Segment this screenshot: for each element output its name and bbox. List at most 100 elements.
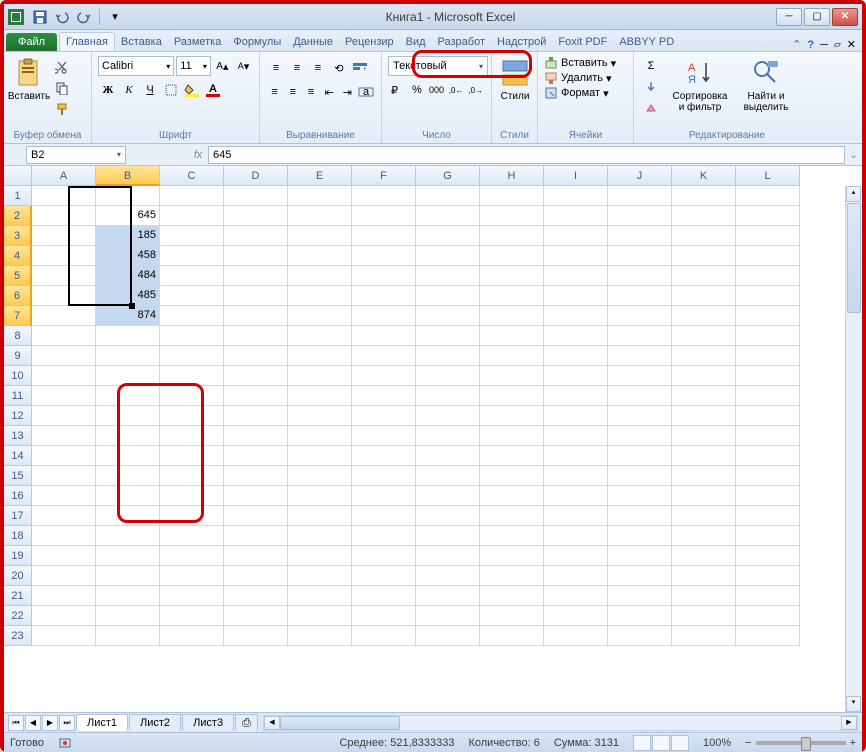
align-left-icon[interactable]: ≡ xyxy=(266,82,283,102)
scroll-down-icon[interactable]: ▾ xyxy=(846,696,861,712)
tab-insert[interactable]: Вставка xyxy=(115,33,168,51)
col-header-F[interactable]: F xyxy=(352,166,416,186)
cell-H17[interactable] xyxy=(480,506,544,526)
cell-E14[interactable] xyxy=(288,446,352,466)
cell-A22[interactable] xyxy=(32,606,96,626)
cell-I6[interactable] xyxy=(544,286,608,306)
cell-B18[interactable] xyxy=(96,526,160,546)
cell-B6[interactable]: 485 xyxy=(96,286,160,306)
cell-E10[interactable] xyxy=(288,366,352,386)
cell-I10[interactable] xyxy=(544,366,608,386)
cell-G12[interactable] xyxy=(416,406,480,426)
save-button[interactable] xyxy=(30,7,50,27)
row-header-17[interactable]: 17 xyxy=(4,506,32,526)
cell-B11[interactable] xyxy=(96,386,160,406)
cell-H15[interactable] xyxy=(480,466,544,486)
mdi-close-icon[interactable]: ✕ xyxy=(847,38,856,51)
cell-E19[interactable] xyxy=(288,546,352,566)
cell-G2[interactable] xyxy=(416,206,480,226)
cell-K14[interactable] xyxy=(672,446,736,466)
cell-J6[interactable] xyxy=(608,286,672,306)
cell-F2[interactable] xyxy=(352,206,416,226)
cell-H18[interactable] xyxy=(480,526,544,546)
shrink-font-icon[interactable]: A▾ xyxy=(234,56,253,76)
tab-view[interactable]: Вид xyxy=(400,33,432,51)
cell-B3[interactable]: 185 xyxy=(96,226,160,246)
cell-L13[interactable] xyxy=(736,426,800,446)
cell-F21[interactable] xyxy=(352,586,416,606)
cell-H4[interactable] xyxy=(480,246,544,266)
fx-icon[interactable]: fx xyxy=(188,149,208,161)
cell-H16[interactable] xyxy=(480,486,544,506)
cell-J10[interactable] xyxy=(608,366,672,386)
cell-C1[interactable] xyxy=(160,186,224,206)
cell-B21[interactable] xyxy=(96,586,160,606)
align-top-icon[interactable]: ≡ xyxy=(266,58,286,78)
cell-A9[interactable] xyxy=(32,346,96,366)
cell-H3[interactable] xyxy=(480,226,544,246)
cell-H13[interactable] xyxy=(480,426,544,446)
formula-input[interactable]: 645 xyxy=(208,146,845,164)
cell-K5[interactable] xyxy=(672,266,736,286)
cell-D22[interactable] xyxy=(224,606,288,626)
horizontal-scrollbar[interactable]: ◀ ▶ xyxy=(263,715,858,731)
cell-B1[interactable] xyxy=(96,186,160,206)
cell-C10[interactable] xyxy=(160,366,224,386)
cell-C13[interactable] xyxy=(160,426,224,446)
cell-L7[interactable] xyxy=(736,306,800,326)
cell-G6[interactable] xyxy=(416,286,480,306)
cell-J2[interactable] xyxy=(608,206,672,226)
bold-icon[interactable]: Ж xyxy=(98,80,118,100)
cell-D19[interactable] xyxy=(224,546,288,566)
cell-E15[interactable] xyxy=(288,466,352,486)
cell-G17[interactable] xyxy=(416,506,480,526)
cell-C2[interactable] xyxy=(160,206,224,226)
cell-G9[interactable] xyxy=(416,346,480,366)
align-center-icon[interactable]: ≡ xyxy=(284,82,301,102)
minimize-button[interactable]: ─ xyxy=(776,8,802,26)
cell-E12[interactable] xyxy=(288,406,352,426)
cell-C8[interactable] xyxy=(160,326,224,346)
cell-A10[interactable] xyxy=(32,366,96,386)
cell-C9[interactable] xyxy=(160,346,224,366)
cell-K4[interactable] xyxy=(672,246,736,266)
zoom-in-icon[interactable]: + xyxy=(850,737,856,749)
font-size-combo[interactable]: 11▾ xyxy=(176,56,211,76)
cell-I11[interactable] xyxy=(544,386,608,406)
row-header-6[interactable]: 6 xyxy=(4,286,32,306)
cell-F14[interactable] xyxy=(352,446,416,466)
cell-L9[interactable] xyxy=(736,346,800,366)
cell-H19[interactable] xyxy=(480,546,544,566)
hscroll-thumb[interactable] xyxy=(280,716,400,730)
tab-abbyy[interactable]: ABBYY PD xyxy=(613,33,680,51)
cell-C16[interactable] xyxy=(160,486,224,506)
cell-D16[interactable] xyxy=(224,486,288,506)
cell-J19[interactable] xyxy=(608,546,672,566)
cell-A3[interactable] xyxy=(32,226,96,246)
cell-H2[interactable] xyxy=(480,206,544,226)
cell-F5[interactable] xyxy=(352,266,416,286)
row-header-5[interactable]: 5 xyxy=(4,266,32,286)
undo-button[interactable] xyxy=(52,7,72,27)
cell-A21[interactable] xyxy=(32,586,96,606)
row-header-13[interactable]: 13 xyxy=(4,426,32,446)
cell-H5[interactable] xyxy=(480,266,544,286)
number-format-combo[interactable]: Текстовый▾ xyxy=(388,56,488,76)
cell-B8[interactable] xyxy=(96,326,160,346)
cell-F20[interactable] xyxy=(352,566,416,586)
cell-E21[interactable] xyxy=(288,586,352,606)
maximize-button[interactable]: ▢ xyxy=(804,8,830,26)
cell-D13[interactable] xyxy=(224,426,288,446)
cell-F22[interactable] xyxy=(352,606,416,626)
cell-D3[interactable] xyxy=(224,226,288,246)
col-header-H[interactable]: H xyxy=(480,166,544,186)
col-header-A[interactable]: A xyxy=(32,166,96,186)
fill-icon[interactable] xyxy=(640,77,662,97)
col-header-I[interactable]: I xyxy=(544,166,608,186)
cell-B12[interactable] xyxy=(96,406,160,426)
cell-K21[interactable] xyxy=(672,586,736,606)
cell-C5[interactable] xyxy=(160,266,224,286)
cell-L21[interactable] xyxy=(736,586,800,606)
cell-D4[interactable] xyxy=(224,246,288,266)
row-header-4[interactable]: 4 xyxy=(4,246,32,266)
